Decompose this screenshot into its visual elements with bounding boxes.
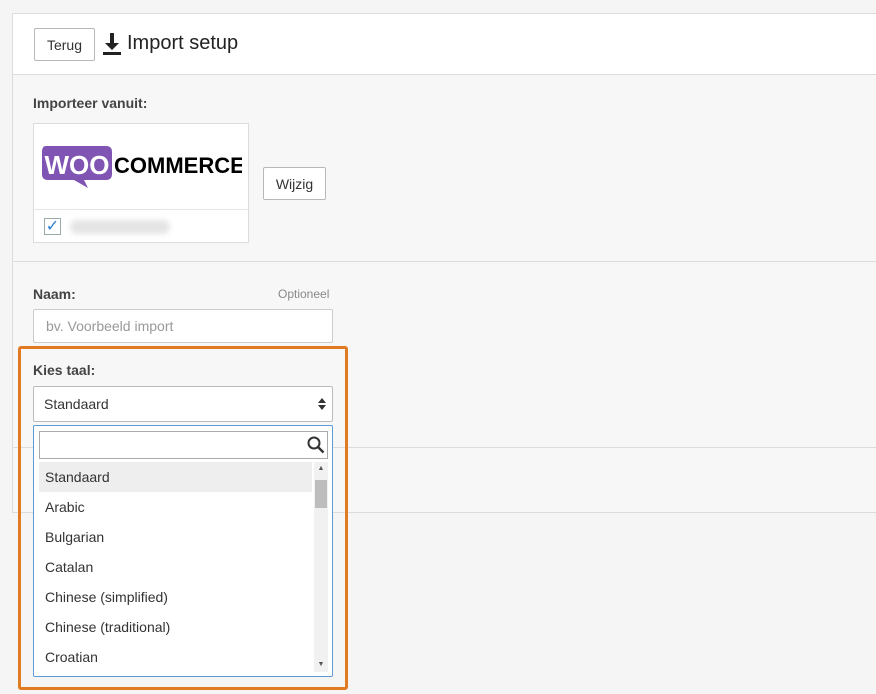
language-option-bulgarian[interactable]: Bulgarian (39, 522, 312, 552)
name-label: Naam: (33, 286, 76, 302)
scroll-up-icon[interactable]: ▲ (314, 462, 328, 476)
language-select[interactable]: Standaard (33, 386, 333, 422)
logo-commerce-text: COMMERCE (114, 153, 242, 178)
source-card: WOO COMMERCE ✓ (33, 123, 249, 243)
import-from-label: Importeer vanuit: (33, 95, 148, 111)
language-search-input[interactable] (39, 431, 328, 459)
name-input[interactable] (33, 309, 333, 343)
language-option-croatian[interactable]: Croatian (39, 642, 312, 672)
language-dropdown: Standaard Arabic Bulgarian Catalan Chine… (33, 425, 333, 677)
source-checkbox[interactable]: ✓ (44, 218, 61, 235)
blurred-store-name (70, 220, 170, 234)
language-label: Kies taal: (33, 362, 96, 378)
search-icon (307, 436, 325, 454)
language-selected-value: Standaard (44, 396, 109, 412)
header-bar: Terug Import setup (13, 14, 876, 75)
download-icon (103, 32, 121, 55)
change-source-button[interactable]: Wijzig (263, 167, 326, 200)
optional-hint: Optioneel (278, 287, 330, 301)
dropdown-scrollbar[interactable]: ▲ ▼ (314, 462, 328, 672)
scroll-down-icon[interactable]: ▼ (314, 658, 328, 672)
logo-woo-text: WOO (45, 150, 110, 180)
card-divider (34, 209, 248, 210)
language-option-chinese-traditional[interactable]: Chinese (traditional) (39, 612, 312, 642)
scroll-thumb[interactable] (315, 480, 327, 508)
back-button[interactable]: Terug (34, 28, 95, 61)
language-options: Standaard Arabic Bulgarian Catalan Chine… (39, 462, 312, 672)
language-option-arabic[interactable]: Arabic (39, 492, 312, 522)
section-divider (13, 261, 876, 262)
language-option-catalan[interactable]: Catalan (39, 552, 312, 582)
language-option-chinese-simplified[interactable]: Chinese (simplified) (39, 582, 312, 612)
select-arrows-icon (318, 398, 326, 410)
page-title: Import setup (103, 32, 238, 55)
language-option-standaard[interactable]: Standaard (39, 462, 312, 492)
page-title-text: Import setup (127, 32, 239, 54)
woocommerce-logo: WOO COMMERCE (42, 146, 242, 188)
